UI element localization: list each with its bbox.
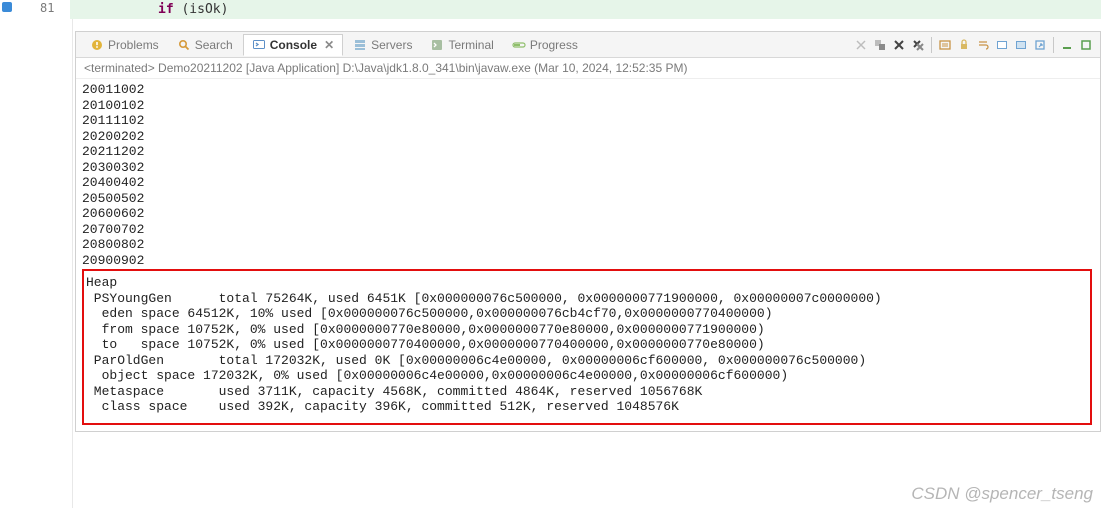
clear-console-icon[interactable]	[937, 37, 953, 53]
bottom-panel: Problems Search Console ✕ Servers	[75, 31, 1101, 432]
toolbar-separator	[931, 37, 932, 53]
toolbar-separator	[1053, 37, 1054, 53]
console-output[interactable]: 20011002 20100102 20111102 20200202 2021…	[76, 79, 1100, 431]
tab-progress[interactable]: Progress	[504, 35, 586, 55]
scroll-lock-icon[interactable]	[956, 37, 972, 53]
tab-label: Console	[270, 38, 317, 52]
console-icon	[252, 38, 266, 52]
keyword: if	[158, 2, 174, 17]
search-icon	[177, 38, 191, 52]
tab-label: Problems	[108, 38, 159, 52]
terminal-icon	[430, 38, 444, 52]
maximize-icon[interactable]	[1078, 37, 1094, 53]
word-wrap-icon[interactable]	[975, 37, 991, 53]
tab-console[interactable]: Console ✕	[243, 34, 343, 56]
remove-all-launches-icon[interactable]	[910, 37, 926, 53]
cross-out-icon[interactable]	[853, 37, 869, 53]
code-rest: (isOk)	[174, 2, 229, 17]
editor-line: 81 if (isOk)	[0, 0, 1101, 19]
heap-highlight-box: Heap PSYoungGen total 75264K, used 6451K…	[82, 269, 1092, 425]
tab-bar: Problems Search Console ✕ Servers	[76, 32, 1100, 58]
watermark: CSDN @spencer_tseng	[911, 484, 1093, 504]
line-number: 81	[40, 1, 54, 16]
display-selected-icon[interactable]	[994, 37, 1010, 53]
minimize-icon[interactable]	[1059, 37, 1075, 53]
remove-all-icon[interactable]	[872, 37, 888, 53]
tab-label: Search	[195, 38, 233, 52]
console-text-numbers: 20011002 20100102 20111102 20200202 2021…	[82, 82, 1094, 268]
close-icon[interactable]: ✕	[324, 38, 334, 52]
tab-search[interactable]: Search	[169, 35, 241, 55]
tab-label: Terminal	[448, 38, 493, 52]
open-console-icon[interactable]	[1032, 37, 1048, 53]
editor-code-snippet: if (isOk)	[78, 2, 228, 17]
tab-terminal[interactable]: Terminal	[422, 35, 501, 55]
console-toolbar	[853, 37, 1094, 53]
editor-marker-icon	[2, 2, 12, 12]
remove-icon[interactable]	[891, 37, 907, 53]
progress-icon	[512, 38, 526, 52]
vertical-ruler	[72, 0, 73, 508]
warning-icon	[90, 38, 104, 52]
tab-label: Progress	[530, 38, 578, 52]
tab-servers[interactable]: Servers	[345, 35, 420, 55]
console-text-heap: Heap PSYoungGen total 75264K, used 6451K…	[86, 275, 1088, 415]
tab-label: Servers	[371, 38, 412, 52]
tab-problems[interactable]: Problems	[82, 35, 167, 55]
launch-context: <terminated> Demo20211202 [Java Applicat…	[76, 58, 1100, 79]
pin-console-icon[interactable]	[1013, 37, 1029, 53]
servers-icon	[353, 38, 367, 52]
